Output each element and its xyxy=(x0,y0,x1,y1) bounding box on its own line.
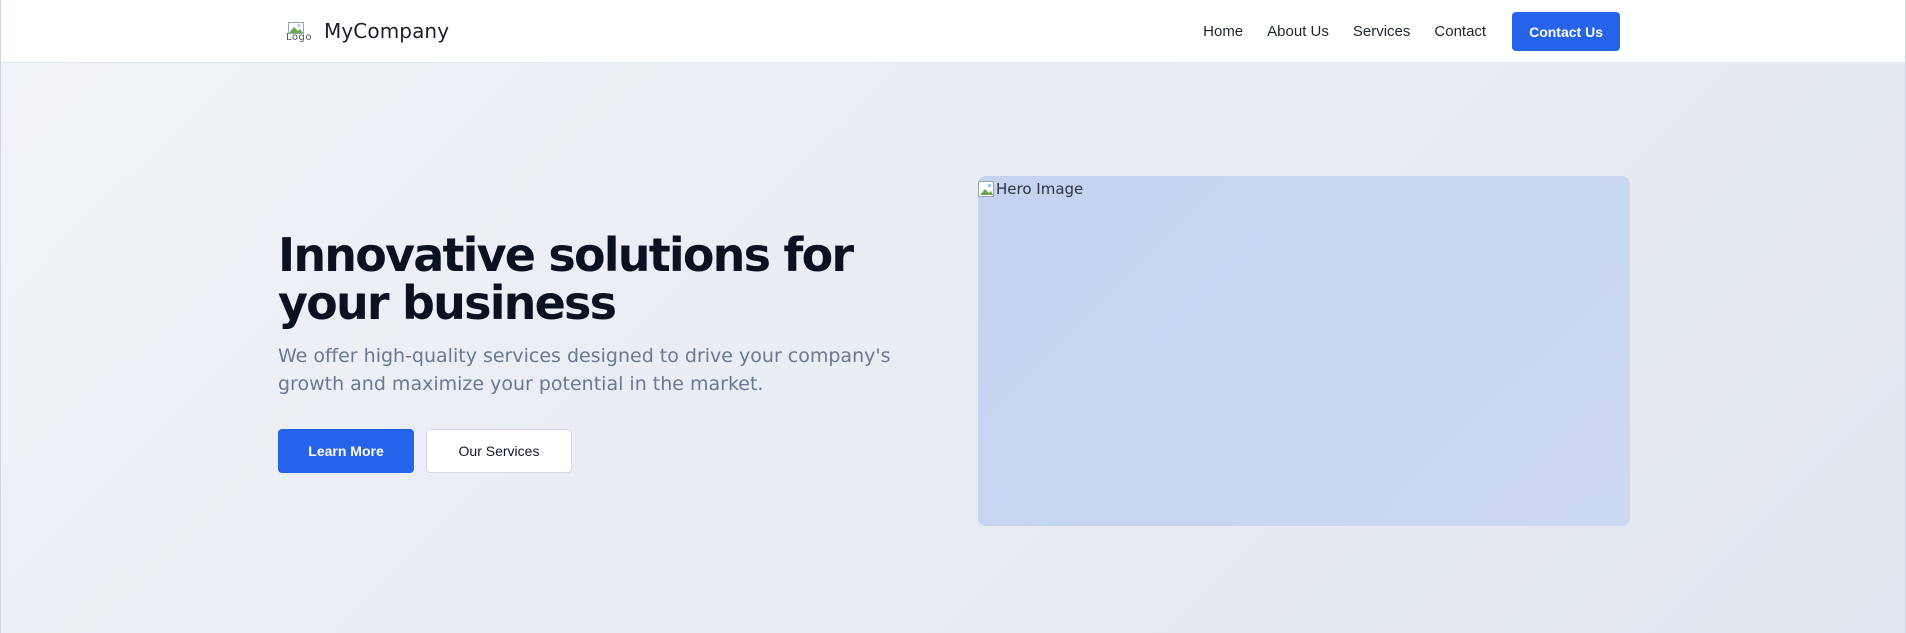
our-services-button[interactable]: Our Services xyxy=(426,429,572,473)
main-nav: Home About Us Services Contact Contact U… xyxy=(1203,12,1620,51)
broken-image-icon xyxy=(978,181,994,197)
hero-section: Innovative solutions for your business W… xyxy=(1,63,1905,633)
nav-link-contact[interactable]: Contact xyxy=(1434,23,1486,40)
broken-image-icon: Logo xyxy=(284,16,314,46)
brand-name: MyCompany xyxy=(324,19,450,43)
hero-image: Hero Image xyxy=(978,176,1630,526)
hero-image-alt-text: Hero Image xyxy=(996,180,1084,198)
hero-subtitle: We offer high-quality services designed … xyxy=(278,345,891,395)
site-header: Logo MyCompany Home About Us Services Co… xyxy=(1,0,1905,63)
brand-link[interactable]: Logo MyCompany xyxy=(284,13,449,49)
logo-alt-text: Logo xyxy=(286,32,312,43)
hero-title: Innovative solutions for your business xyxy=(278,228,854,330)
nav-link-home[interactable]: Home xyxy=(1203,23,1243,40)
nav-link-about-us[interactable]: About Us xyxy=(1267,23,1329,40)
contact-us-button[interactable]: Contact Us xyxy=(1512,12,1620,51)
page: Logo MyCompany Home About Us Services Co… xyxy=(0,0,1906,633)
learn-more-button[interactable]: Learn More xyxy=(278,429,414,473)
nav-link-services[interactable]: Services xyxy=(1353,23,1411,40)
hero-image-broken: Hero Image xyxy=(978,180,1083,198)
